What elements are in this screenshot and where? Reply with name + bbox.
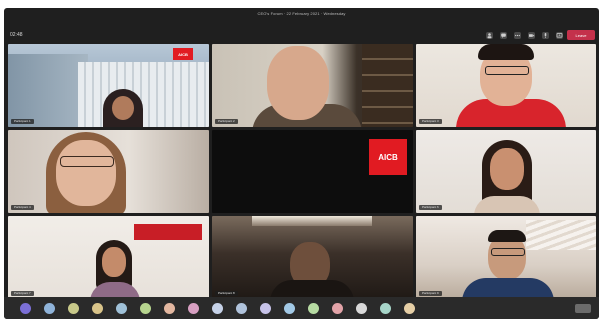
meeting-timer: 02:48 [10, 32, 23, 38]
people-icon[interactable] [486, 31, 493, 39]
participant-face [56, 140, 116, 206]
brand-logo-text: AICB [378, 152, 398, 162]
brand-logo: AICB [369, 139, 407, 175]
participant-name: Participant 2 [215, 119, 238, 124]
participant-face [102, 247, 126, 277]
meeting-title: CEO's Forum · 22 February 2021 · Wednesd… [257, 10, 346, 16]
participant-avatar[interactable] [260, 302, 271, 314]
video-tile[interactable]: Participant 3 [416, 44, 596, 127]
participant-dock [4, 297, 599, 319]
participant-figure [474, 196, 540, 213]
participant-avatar[interactable] [332, 302, 343, 314]
participant-avatar[interactable] [164, 302, 175, 314]
participant-avatar[interactable] [308, 302, 319, 314]
glasses [491, 248, 525, 256]
participant-avatar[interactable] [356, 302, 367, 314]
video-tile[interactable]: AICB [212, 130, 413, 213]
more-icon[interactable] [514, 31, 521, 39]
video-tile[interactable]: Participant 7 [8, 216, 209, 299]
video-tile[interactable]: Participant 4 [8, 130, 209, 213]
participant-figure [462, 278, 554, 299]
toolbar-controls [486, 31, 563, 39]
chat-icon[interactable] [500, 31, 507, 39]
participant-name: Participant 7 [11, 291, 34, 296]
camera-icon[interactable] [528, 31, 535, 39]
participant-name: Participant 1 [11, 119, 34, 124]
glasses [485, 66, 529, 75]
participant-avatar[interactable] [44, 302, 55, 314]
participant-hair [478, 44, 534, 60]
participant-face [112, 96, 134, 120]
brand-logo-text: AICB [178, 51, 188, 57]
share-icon[interactable] [556, 31, 563, 39]
video-tile[interactable]: Participant 8 [212, 216, 413, 299]
participant-name: Participant 8 [215, 291, 238, 296]
title-bar: CEO's Forum · 22 February 2021 · Wednesd… [4, 8, 599, 18]
participant-avatar[interactable] [140, 302, 151, 314]
participant-name: Participant 6 [419, 205, 442, 210]
participant-avatar[interactable] [92, 302, 103, 314]
video-tile[interactable]: Participant 2 [212, 44, 413, 127]
participant-face [267, 46, 329, 120]
mic-icon[interactable] [542, 31, 549, 39]
participant-avatar[interactable] [380, 302, 391, 314]
video-tile[interactable]: Participant 9 [416, 216, 596, 299]
red-banner [134, 224, 202, 240]
ceiling-light [252, 216, 372, 226]
participant-avatar[interactable] [68, 302, 79, 314]
participant-avatar[interactable] [284, 302, 295, 314]
participant-hair [488, 230, 526, 242]
dock-avatar-list [20, 302, 415, 314]
meeting-window: CEO's Forum · 22 February 2021 · Wednesd… [4, 8, 599, 319]
wall-stripe [526, 220, 596, 250]
participant-name: Participant 9 [419, 291, 442, 296]
building-backdrop [78, 62, 209, 127]
participant-name: Participant 3 [419, 119, 442, 124]
building-backdrop [8, 54, 88, 127]
video-tile[interactable]: AICB Participant 1 [8, 44, 209, 127]
participant-avatar[interactable] [116, 302, 127, 314]
dock-more-button[interactable] [575, 303, 591, 313]
participant-name: Participant 4 [11, 205, 34, 210]
video-grid: AICB Participant 1 Participant 2 Partici… [8, 44, 596, 301]
participant-avatar[interactable] [212, 302, 223, 314]
leave-button[interactable]: Leave [567, 30, 595, 40]
video-tile[interactable]: Participant 6 [416, 130, 596, 213]
participant-avatar[interactable] [404, 302, 415, 314]
leave-label: Leave [575, 32, 587, 38]
participant-avatar[interactable] [236, 302, 247, 314]
participant-avatar[interactable] [20, 302, 31, 314]
participant-avatar[interactable] [188, 302, 199, 314]
bookshelf [362, 44, 413, 127]
participant-face [490, 148, 524, 190]
glasses [60, 156, 114, 167]
brand-logo: AICB [173, 48, 193, 60]
